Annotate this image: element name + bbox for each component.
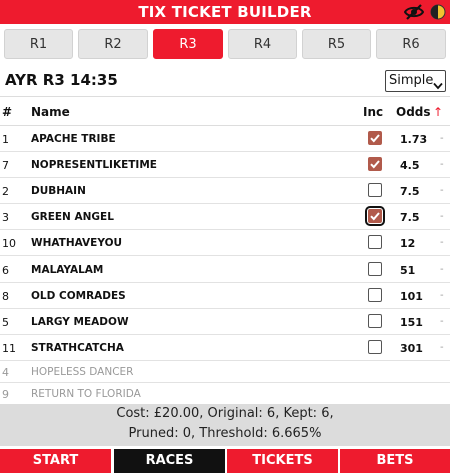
- runner-name: HOPELESS DANCER: [31, 366, 134, 378]
- nav-tickets-button[interactable]: TICKETS: [227, 449, 338, 473]
- runner-name: MALAYALAM: [31, 264, 104, 276]
- runner-extra: -: [440, 237, 444, 248]
- runner-odds: 51: [400, 264, 416, 277]
- app-title: TIX TICKET BUILDER: [138, 3, 312, 21]
- include-checkbox[interactable]: [368, 314, 382, 328]
- race-tab-r2[interactable]: R2: [78, 29, 148, 59]
- runner-extra: -: [440, 211, 444, 222]
- race-tab-r5[interactable]: R5: [302, 29, 371, 59]
- runner-name: DUBHAIN: [31, 185, 86, 197]
- runner-odds: 4.5: [400, 159, 420, 172]
- runner-name: STRATHCATCHA: [31, 342, 124, 354]
- checkmark-icon: [370, 212, 380, 221]
- runner-number: 9: [2, 388, 9, 401]
- runner-odds: 101: [400, 290, 423, 303]
- col-odds-header[interactable]: Odds: [396, 105, 431, 119]
- runner-extra: -: [440, 342, 444, 353]
- runner-odds: 301: [400, 342, 423, 355]
- ticket-summary: Cost: £20.00, Original: 6, Kept: 6, Prun…: [0, 404, 450, 446]
- runner-row[interactable]: 8 OLD COMRADES 101 -: [0, 283, 450, 309]
- runner-table-header: # Name Inc Odds ↑: [0, 96, 450, 126]
- runner-row[interactable]: 3 GREEN ANGEL 7.5 -: [0, 204, 450, 230]
- runner-number: 11: [2, 342, 16, 355]
- runner-row[interactable]: 7 NOPRESENTLIKETIME 4.5 -: [0, 152, 450, 178]
- include-checkbox[interactable]: [368, 157, 382, 171]
- runner-number: 6: [2, 264, 9, 277]
- nav-bets-button[interactable]: BETS: [340, 449, 450, 473]
- runner-extra: -: [440, 133, 444, 144]
- summary-line-1: Cost: £20.00, Original: 6, Kept: 6,: [116, 406, 334, 421]
- runner-row[interactable]: 11 STRATHCATCHA 301 -: [0, 335, 450, 361]
- scratched-runner-row: 9 RETURN TO FLORIDA: [0, 383, 450, 405]
- mode-select-value: Simple: [389, 73, 434, 88]
- race-tab-r4[interactable]: R4: [228, 29, 297, 59]
- race-tab-r3[interactable]: R3: [153, 29, 223, 59]
- race-title: AYR R3 14:35: [5, 71, 118, 89]
- runner-odds: 7.5: [400, 185, 420, 198]
- include-checkbox[interactable]: [368, 288, 382, 302]
- chevron-down-icon: [433, 77, 443, 90]
- runner-row[interactable]: 6 MALAYALAM 51 -: [0, 257, 450, 283]
- runner-extra: -: [440, 290, 444, 301]
- app-header: TIX TICKET BUILDER: [0, 0, 450, 24]
- runner-odds: 1.73: [400, 133, 428, 146]
- runner-row[interactable]: 5 LARGY MEADOW 151 -: [0, 309, 450, 335]
- include-checkbox[interactable]: [368, 183, 382, 197]
- checkmark-icon: [370, 134, 380, 143]
- runner-row[interactable]: 1 APACHE TRIBE 1.73 -: [0, 126, 450, 152]
- runner-extra: -: [440, 159, 444, 170]
- runner-odds: 151: [400, 316, 423, 329]
- runner-extra: -: [440, 185, 444, 196]
- race-tab-r1[interactable]: R1: [4, 29, 73, 59]
- sort-arrow-icon[interactable]: ↑: [433, 105, 443, 119]
- runner-number: 3: [2, 211, 9, 224]
- runner-number: 10: [2, 237, 16, 250]
- runner-name: WHATHAVEYOU: [31, 237, 123, 249]
- scratched-runner-row: 4 HOPELESS DANCER: [0, 361, 450, 383]
- nav-start-button[interactable]: START: [0, 449, 111, 473]
- runner-name: RETURN TO FLORIDA: [31, 388, 141, 400]
- nav-races-button[interactable]: RACES: [114, 449, 225, 473]
- runner-name: LARGY MEADOW: [31, 316, 129, 328]
- runner-extra: -: [440, 316, 444, 327]
- runner-name: GREEN ANGEL: [31, 211, 114, 223]
- runner-odds: 7.5: [400, 211, 420, 224]
- runner-number: 8: [2, 290, 9, 303]
- mode-select[interactable]: Simple: [385, 70, 446, 92]
- runner-number: 7: [2, 159, 9, 172]
- race-header: AYR R3 14:35 Simple: [0, 66, 450, 96]
- runner-number: 2: [2, 185, 9, 198]
- half-circle-theme-icon[interactable]: [430, 4, 446, 20]
- include-checkbox[interactable]: [368, 262, 382, 276]
- runner-name: NOPRESENTLIKETIME: [31, 159, 157, 171]
- include-checkbox[interactable]: [368, 235, 382, 249]
- bottom-nav: START RACES TICKETS BETS: [0, 446, 450, 474]
- col-name-header[interactable]: Name: [31, 105, 70, 119]
- runner-extra: -: [440, 264, 444, 275]
- runner-row[interactable]: 2 DUBHAIN 7.5 -: [0, 178, 450, 204]
- include-checkbox[interactable]: [368, 340, 382, 354]
- race-tab-bar: R1 R2 R3 R4 R5 R6: [0, 24, 450, 66]
- eye-slash-icon[interactable]: [403, 3, 425, 21]
- checkmark-icon: [370, 160, 380, 169]
- race-tab-r6[interactable]: R6: [376, 29, 446, 59]
- runner-number: 4: [2, 366, 9, 379]
- include-checkbox[interactable]: [365, 206, 385, 226]
- runner-name: OLD COMRADES: [31, 290, 126, 302]
- runner-odds: 12: [400, 237, 416, 250]
- col-inc-header[interactable]: Inc: [363, 105, 383, 119]
- summary-line-2: Pruned: 0, Threshold: 6.665%: [128, 426, 322, 441]
- runner-name: APACHE TRIBE: [31, 133, 116, 145]
- runner-number: 5: [2, 316, 9, 329]
- runner-row[interactable]: 10 WHATHAVEYOU 12 -: [0, 230, 450, 256]
- col-num-header: #: [2, 105, 13, 119]
- include-checkbox[interactable]: [368, 131, 382, 145]
- runner-number: 1: [2, 133, 9, 146]
